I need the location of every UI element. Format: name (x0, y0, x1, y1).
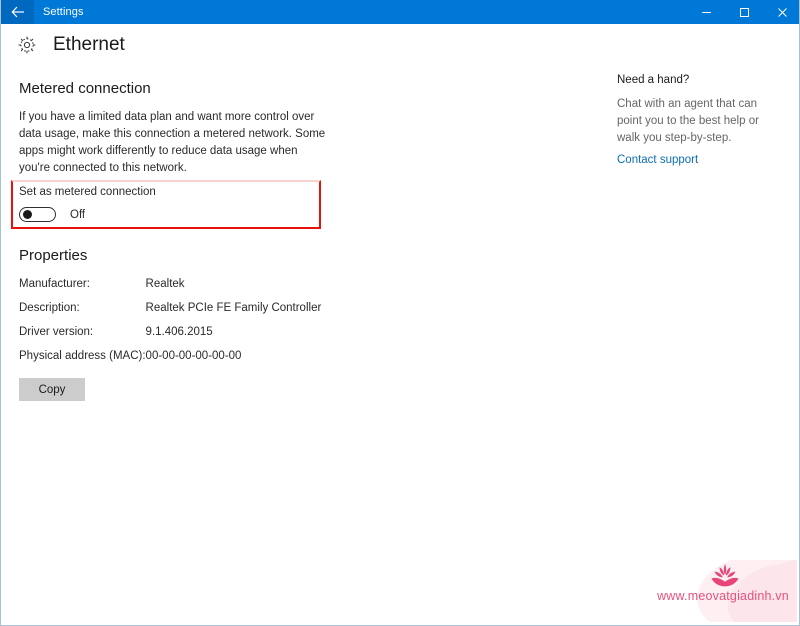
app-title: Settings (43, 6, 84, 18)
toggle-knob (23, 210, 32, 219)
maximize-icon (739, 7, 750, 18)
watermark: www.meovatgiadinh.vn (649, 560, 797, 622)
property-label: Manufacturer: (19, 278, 90, 290)
metered-heading: Metered connection (19, 80, 151, 97)
property-value: 9.1.406.2015 (145, 326, 213, 338)
help-description: Chat with an agent that can point you to… (617, 98, 759, 144)
back-button[interactable] (1, 0, 34, 24)
properties-heading: Properties (19, 247, 88, 264)
metered-toggle-group: Set as metered connection Off (19, 186, 319, 222)
table-row: Driver version: 9.1.406.2015 (19, 326, 321, 350)
window-titlebar: Settings (1, 0, 799, 24)
contact-support-link[interactable]: Contact support (617, 154, 698, 166)
property-value: Realtek (145, 278, 185, 290)
properties-table: Manufacturer: Realtek Description: Realt… (19, 278, 321, 374)
property-label: Driver version: (19, 326, 94, 338)
close-icon (777, 7, 788, 18)
settings-window: Settings Ethernet Metered connection If … (0, 0, 800, 626)
page-title: Ethernet (53, 34, 125, 55)
minimize-button[interactable] (687, 0, 725, 24)
window-controls (687, 0, 799, 24)
back-arrow-icon (10, 6, 25, 18)
gear-icon (17, 35, 37, 55)
metered-description: If you have a limited data plan and want… (19, 111, 326, 174)
metered-toggle-state: Off (70, 208, 86, 221)
help-panel: Need a hand? Chat with an agent that can… (617, 74, 782, 168)
help-title: Need a hand? (617, 74, 690, 86)
watermark-text: www.meovatgiadinh.vn (657, 589, 789, 603)
maximize-button[interactable] (725, 0, 763, 24)
property-label: Description: (19, 302, 80, 314)
property-value: Realtek PCIe FE Family Controller (145, 302, 322, 314)
metered-toggle-switch[interactable] (19, 207, 56, 222)
properties-section: Properties Manufacturer: Realtek Descrip… (19, 247, 359, 401)
metered-connection-section: Metered connection If you have a limited… (19, 80, 349, 177)
page-header: Ethernet (17, 34, 125, 56)
metered-toggle-row: Off (19, 207, 319, 222)
table-row: Physical address (MAC): 00-00-00-00-00-0… (19, 350, 321, 374)
close-button[interactable] (763, 0, 799, 24)
property-label: Physical address (MAC): (19, 350, 146, 362)
minimize-icon (701, 7, 712, 18)
table-row: Manufacturer: Realtek (19, 278, 321, 302)
property-value: 00-00-00-00-00-00 (145, 350, 242, 362)
copy-button[interactable]: Copy (19, 378, 85, 401)
table-row: Description: Realtek PCIe FE Family Cont… (19, 302, 321, 326)
metered-toggle-label: Set as metered connection (19, 186, 156, 198)
